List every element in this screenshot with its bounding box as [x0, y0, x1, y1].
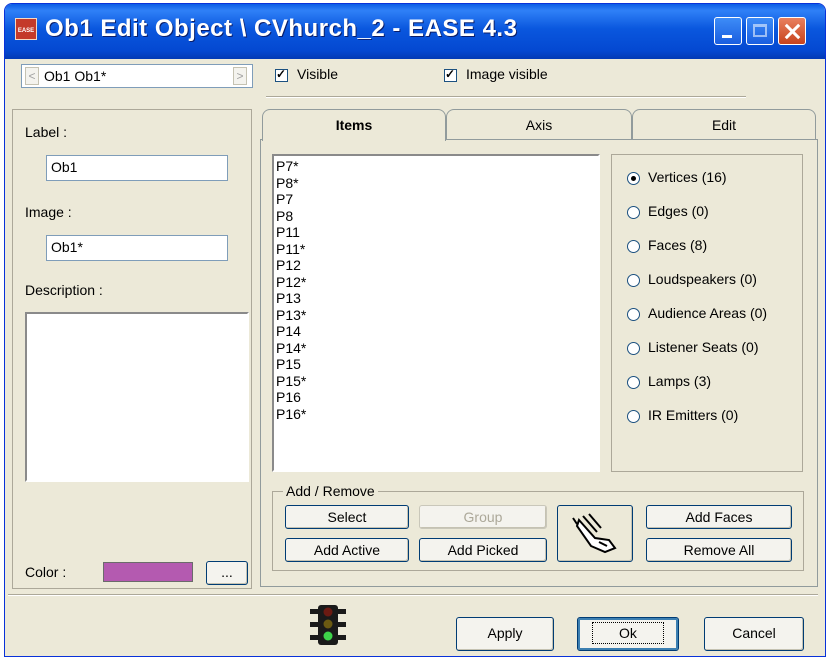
list-item[interactable]: P14*: [276, 340, 306, 357]
visible-label: Visible: [297, 66, 338, 82]
list-item[interactable]: P13*: [276, 307, 306, 324]
items-list[interactable]: P7* P8* P7 P8 P11 P11* P12 P12* P13 P13*…: [272, 154, 600, 472]
apply-button[interactable]: Apply: [456, 617, 554, 651]
list-item[interactable]: P11: [276, 224, 300, 241]
image-field[interactable]: Ob1*: [46, 235, 228, 261]
label-caption: Label :: [25, 124, 68, 140]
radio-faces-label[interactable]: Faces (8): [648, 237, 707, 253]
list-item[interactable]: P16: [276, 389, 301, 406]
add-remove-caption: Add / Remove: [283, 483, 378, 499]
radio-lamps[interactable]: [627, 376, 640, 389]
add-faces-button[interactable]: Add Faces: [646, 505, 792, 529]
list-item[interactable]: P16*: [276, 406, 306, 423]
list-item[interactable]: P7*: [276, 158, 299, 175]
radio-edges[interactable]: [627, 206, 640, 219]
radio-listener-seats-label[interactable]: Listener Seats (0): [648, 339, 759, 355]
minimize-icon[interactable]: [714, 17, 742, 45]
color-picker-button[interactable]: ...: [206, 561, 248, 585]
radio-vertices-label[interactable]: Vertices (16): [648, 169, 727, 185]
list-item[interactable]: P8*: [276, 175, 299, 192]
radio-vertices[interactable]: [627, 172, 640, 185]
next-object-icon[interactable]: >: [233, 67, 247, 85]
select-button[interactable]: Select: [285, 505, 409, 529]
radio-loudspeakers-label[interactable]: Loudspeakers (0): [648, 271, 757, 287]
radio-ir-emitters-label[interactable]: IR Emitters (0): [648, 407, 738, 423]
ok-button-label: Ok: [592, 622, 664, 644]
title-bar[interactable]: EASE Ob1 Edit Object \ CVhurch_2 - EASE …: [5, 4, 825, 59]
ok-button[interactable]: Ok: [577, 617, 679, 651]
maximize-icon[interactable]: [746, 17, 774, 45]
remove-all-button[interactable]: Remove All: [646, 538, 792, 562]
image-caption: Image :: [25, 204, 72, 220]
object-selector[interactable]: < Ob1 Ob1* >: [21, 64, 253, 88]
radio-loudspeakers[interactable]: [627, 274, 640, 287]
list-item[interactable]: P12: [276, 257, 301, 274]
radio-listener-seats[interactable]: [627, 342, 640, 355]
radio-ir-emitters[interactable]: [627, 410, 640, 423]
add-active-button[interactable]: Add Active: [285, 538, 409, 562]
pick-hand-button[interactable]: [557, 505, 633, 562]
list-item[interactable]: P13: [276, 290, 301, 307]
list-item[interactable]: P8: [276, 208, 293, 225]
list-item[interactable]: P15: [276, 356, 301, 373]
footer-separator: [8, 594, 818, 596]
cancel-button[interactable]: Cancel: [704, 617, 804, 651]
pick-hand-icon: [572, 513, 617, 554]
description-textarea[interactable]: [25, 312, 249, 482]
object-selector-value: Ob1 Ob1*: [44, 68, 107, 84]
tab-axis[interactable]: Axis: [446, 109, 632, 139]
close-icon[interactable]: [778, 17, 806, 45]
image-visible-label: Image visible: [466, 66, 548, 82]
add-picked-button[interactable]: Add Picked: [419, 538, 547, 562]
visible-checkbox[interactable]: [275, 67, 288, 82]
color-swatch[interactable]: [103, 562, 193, 582]
image-visible-checkbox[interactable]: [444, 67, 457, 82]
previous-object-icon[interactable]: <: [25, 67, 39, 85]
app-icon[interactable]: EASE: [15, 18, 37, 40]
radio-audience-areas[interactable]: [627, 308, 640, 321]
traffic-light-icon: [310, 605, 346, 645]
header-separator: [266, 96, 746, 98]
list-item[interactable]: P7: [276, 191, 293, 208]
window-title: Ob1 Edit Object \ CVhurch_2 - EASE 4.3: [45, 15, 518, 42]
list-item[interactable]: P11*: [276, 241, 305, 258]
label-field[interactable]: Ob1: [46, 155, 228, 181]
group-button[interactable]: Group: [419, 505, 547, 529]
description-caption: Description :: [25, 282, 103, 298]
tab-edit[interactable]: Edit: [632, 109, 816, 139]
app-icon-text: EASE: [17, 28, 35, 34]
color-caption: Color :: [25, 564, 67, 580]
list-item[interactable]: P12*: [276, 274, 306, 291]
radio-audience-areas-label[interactable]: Audience Areas (0): [648, 305, 767, 321]
list-item[interactable]: P14: [276, 323, 301, 340]
tab-items[interactable]: Items: [262, 109, 446, 141]
radio-faces[interactable]: [627, 240, 640, 253]
radio-lamps-label[interactable]: Lamps (3): [648, 373, 711, 389]
list-item[interactable]: P15*: [276, 373, 306, 390]
radio-edges-label[interactable]: Edges (0): [648, 203, 709, 219]
